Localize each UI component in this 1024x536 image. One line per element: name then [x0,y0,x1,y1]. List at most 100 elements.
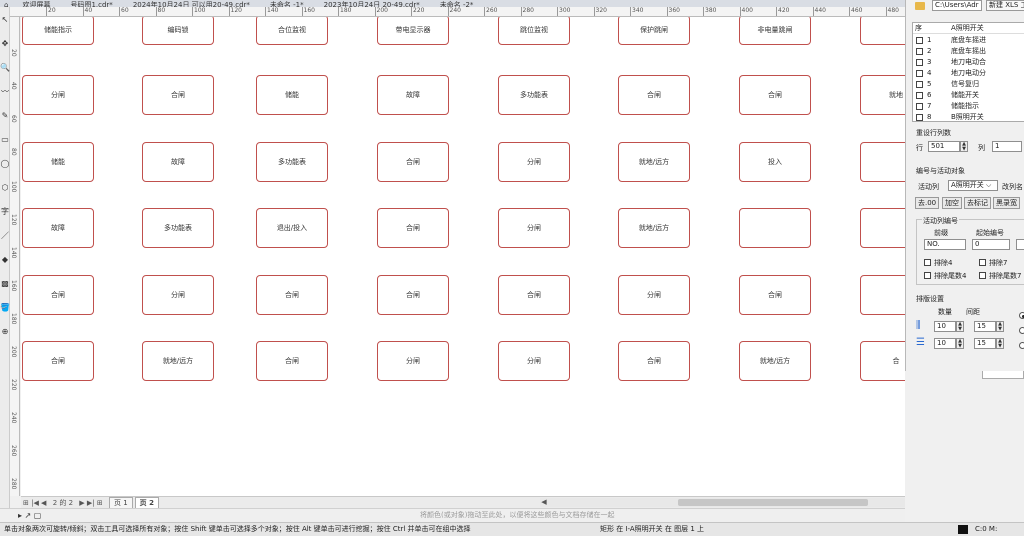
label-box[interactable]: 就地/远方 [142,341,214,381]
tool-icon[interactable]: ↖ [0,15,10,25]
page-nav-first-icon[interactable]: ⊞ |◀ ◀ [21,498,48,508]
v-spacing-spinner[interactable]: ▲ ▼ [996,338,1004,349]
label-box[interactable]: 合闸 [739,75,811,115]
label-box[interactable]: 故障 [142,142,214,182]
label-box[interactable]: 合 [860,341,905,381]
exclude-tail4-checkbox[interactable] [924,272,931,279]
tool-icon[interactable]: ▭ [0,135,10,145]
label-box[interactable]: 合闸 [256,341,328,381]
h-count-spinner[interactable]: ▲ ▼ [956,321,964,332]
tool-icon[interactable]: ⊕ [0,327,10,337]
list-item-checkbox[interactable] [916,92,923,99]
row-spinner[interactable]: ▲ ▼ [960,141,968,152]
arrange-radio-2[interactable] [1019,327,1024,334]
add-blank-button[interactable]: 加空 [942,197,962,209]
label-box[interactable]: 多功能表 [498,75,570,115]
remove-mark-button[interactable]: 去标记 [964,197,991,209]
h-count-input[interactable]: 10 [934,321,956,332]
label-box[interactable] [860,275,905,315]
suffix-input[interactable] [1016,239,1024,250]
drawing-canvas[interactable]: 储能指示 编码锁 合位监视 带电显示器 跳位监视 保护跳闸 非电量跳闸 分闸 合闸 储能 故障 多功能… [21,17,905,496]
exclude-tail7-checkbox[interactable] [979,272,986,279]
arrange-radio-3[interactable] [1019,342,1024,349]
list-item[interactable]: 2 底盘车摇出 [913,46,1024,57]
tool-icon[interactable]: 🔍 [0,63,10,73]
v-spacing-input[interactable]: 15 [974,338,996,349]
label-box[interactable]: 故障 [377,75,449,115]
list-item[interactable]: 5 信号复归 [913,79,1024,90]
horizontal-ruler[interactable]: 20 40 60 80 100 120 140 160 180 200 220 240 260 280 30… [10,7,905,17]
list-item-checkbox[interactable] [916,59,923,66]
column-list[interactable]: 序 A照明开关 1 底盘车摇进 2 底盘车摇出 3 地刀电动合 4 地刀电动分 5 信号复归 6 储能… [912,22,1024,122]
tool-icon[interactable]: ⬡ [0,183,10,193]
label-box[interactable]: 储能指示 [22,17,94,45]
list-item-checkbox[interactable] [916,37,923,44]
label-box[interactable]: 分闸 [498,341,570,381]
label-box[interactable] [739,208,811,248]
active-col-select[interactable]: A照明开关 ⌵ [948,180,998,191]
label-box[interactable] [860,208,905,248]
tool-icon[interactable]: ／ [0,231,10,241]
label-box[interactable]: 多功能表 [256,142,328,182]
h-spacing-spinner[interactable]: ▲ ▼ [996,321,1004,332]
scrollbar-thumb[interactable] [678,499,868,506]
label-box[interactable]: 合闸 [22,341,94,381]
label-box[interactable]: 故障 [22,208,94,248]
label-box[interactable]: 就地/远方 [618,142,690,182]
label-box[interactable]: 合位监视 [256,17,328,45]
list-item-checkbox[interactable] [916,81,923,88]
list-item[interactable]: 7 储能指示 [913,101,1024,112]
exclude4-checkbox[interactable] [924,259,931,266]
list-item-checkbox[interactable] [916,114,923,121]
label-box[interactable]: 投入 [739,142,811,182]
label-box[interactable]: 分闸 [498,208,570,248]
list-item[interactable]: 4 地刀电动分 [913,68,1024,79]
row-count-input[interactable]: 501 [928,141,960,152]
start-number-input[interactable]: 0 [972,239,1010,250]
label-box[interactable]: 储能 [22,142,94,182]
tool-icon[interactable]: 〰 [0,87,10,97]
col-count-input[interactable]: 1 [992,141,1022,152]
prefix-input[interactable]: NO. [924,239,966,250]
label-box[interactable]: 合闸 [22,275,94,315]
label-box[interactable]: 带电显示器 [377,17,449,45]
label-box[interactable]: 分闸 [22,75,94,115]
label-box[interactable]: 合闸 [739,275,811,315]
remove-decimals-button[interactable]: 去.00 [915,197,940,209]
label-box[interactable]: 合闸 [498,275,570,315]
label-box[interactable]: 合闸 [142,75,214,115]
label-box[interactable]: 编码锁 [142,17,214,45]
label-box[interactable]: 储能 [256,75,328,115]
exclude7-checkbox[interactable] [979,259,986,266]
v-count-spinner[interactable]: ▲ ▼ [956,338,964,349]
tool-icon[interactable]: 字 [0,207,10,217]
list-item[interactable]: 1 底盘车摇进 [913,35,1024,46]
label-box[interactable]: 分闸 [618,275,690,315]
label-box[interactable]: 就地/远方 [739,341,811,381]
label-box[interactable]: 退出/投入 [256,208,328,248]
label-box[interactable]: 非电量跳闸 [739,17,811,45]
label-box[interactable]: 分闸 [377,341,449,381]
tool-icon[interactable]: ✥ [0,39,10,49]
label-box[interactable]: 就地 [860,75,905,115]
tool-icon[interactable]: 🪣 [0,303,10,313]
label-box[interactable]: 合闸 [377,275,449,315]
page-tab[interactable]: 页 1 [108,497,133,508]
label-box[interactable]: 合闸 [256,275,328,315]
h-spacing-input[interactable]: 15 [974,321,996,332]
page-tab[interactable]: 页 2 [134,497,159,508]
label-box[interactable] [860,17,905,45]
vertical-ruler[interactable]: 20 40 60 80 100 120 140 160 180 200 220 240 260 280 [10,17,20,496]
list-item-checkbox[interactable] [916,70,923,77]
list-item[interactable]: 3 地刀电动合 [913,57,1024,68]
list-item[interactable]: 8 B照明开关 [913,112,1024,121]
label-box[interactable]: 保护跳闸 [618,17,690,45]
label-box[interactable]: 就地/远方 [618,208,690,248]
tool-icon[interactable]: ◆ [0,255,10,265]
label-box[interactable]: 合闸 [618,75,690,115]
new-xls-button[interactable]: 新建 XLS 工作表 [986,0,1024,11]
folder-icon[interactable] [915,2,925,10]
label-box[interactable]: 合闸 [377,208,449,248]
horizontal-scrollbar[interactable]: ◀ [540,498,905,507]
black-wide-button[interactable]: 黑录宽 [993,197,1020,209]
